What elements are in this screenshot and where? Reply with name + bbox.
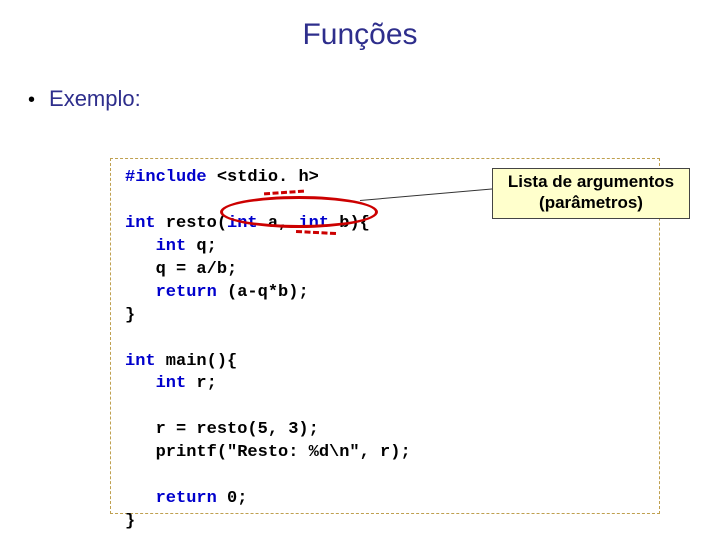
code-text: q; [186,237,217,256]
callout-line1: Lista de argumentos [497,171,685,192]
kw-int: int [125,214,156,233]
callout-line2: (parâmetros) [497,192,685,213]
highlight-oval-icon [220,196,378,228]
kw-return: return [125,489,217,508]
code-text: } [125,512,135,531]
kw-return: return [125,283,217,302]
code-text: 0; [217,489,248,508]
code-text: <stdio. h> [207,168,319,187]
code-block: #include <stdio. h> int resto(int a, int… [125,167,645,534]
code-text: main(){ [156,352,238,371]
code-text: (a-q*b); [217,283,309,302]
kw-int: int [125,237,186,256]
page-title: Funções [0,0,720,60]
code-text: q = a/b; [125,260,237,279]
callout-box: Lista de argumentos (parâmetros) [492,168,690,219]
bullet-label: Exemplo: [49,86,141,112]
code-text: resto( [156,214,227,233]
code-text: printf("Resto: %d\n", r); [125,443,411,462]
code-text: r = resto(5, 3); [125,420,319,439]
code-text: } [125,306,135,325]
kw-int: int [125,374,186,393]
bullet-example: • Exemplo: [0,86,720,112]
kw-include: #include [125,168,207,187]
bullet-dot-icon: • [28,89,35,112]
code-text: r; [186,374,217,393]
kw-int: int [125,352,156,371]
